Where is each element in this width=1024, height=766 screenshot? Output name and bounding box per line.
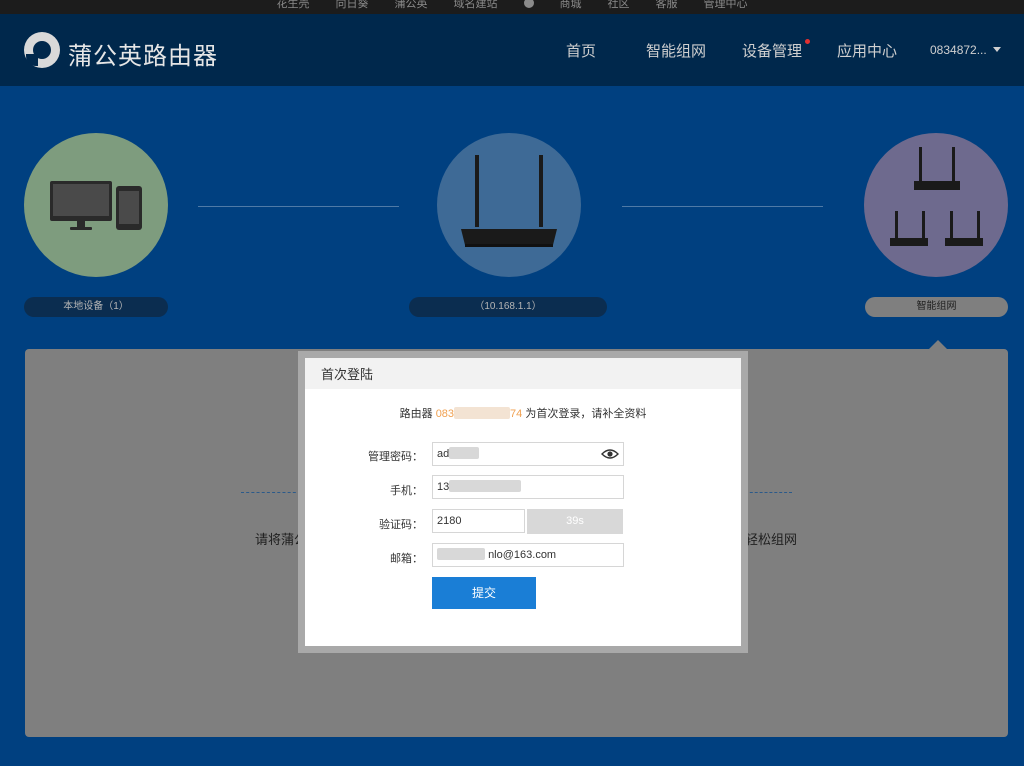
- send-code-button[interactable]: 39s: [527, 509, 623, 534]
- notification-dot: [805, 39, 811, 44]
- local-devices-node[interactable]: [24, 133, 168, 277]
- mesh-node[interactable]: [864, 133, 1008, 277]
- code-field[interactable]: 2180: [432, 509, 525, 533]
- password-field[interactable]: ad: [432, 442, 624, 466]
- top-link-jianzhan[interactable]: 域名建站: [454, 0, 498, 10]
- phone-label: 手机：: [390, 485, 423, 497]
- eye-icon[interactable]: [601, 446, 619, 462]
- router-id-redacted: [454, 407, 511, 419]
- top-link-xiangrikui[interactable]: 向日葵: [336, 0, 369, 10]
- submit-button[interactable]: 提交: [432, 577, 536, 609]
- email-label: 邮箱：: [390, 553, 423, 565]
- header: 蒲公英路由器 首页 智能组网 设备管理 应用中心 0834872...: [0, 14, 1024, 86]
- phone-value: 13: [437, 481, 450, 493]
- password-value: ad: [437, 448, 450, 460]
- link-line-right: [622, 206, 823, 207]
- phone-field[interactable]: 13: [432, 475, 624, 499]
- top-link-pugongying[interactable]: 蒲公英: [395, 0, 428, 10]
- nav-apps[interactable]: 应用中心: [837, 40, 897, 61]
- first-login-dialog: 首次登陆 路由器 083 74 为首次登录，请补全资料 管理密码： ad 手机： …: [305, 358, 741, 646]
- router-icon: [461, 155, 557, 247]
- user-menu[interactable]: 0834872...: [930, 43, 1001, 57]
- password-label: 管理密码：: [368, 451, 423, 463]
- top-link-support[interactable]: 客服: [656, 0, 678, 10]
- email-value: nlo@163.com: [488, 549, 557, 561]
- top-link-huashengke[interactable]: 花生壳: [277, 0, 310, 10]
- router-ip-label[interactable]: （10.168.1.1）: [409, 297, 607, 317]
- nav-devices-label: 设备管理: [742, 43, 803, 60]
- email-field[interactable]: nlo@163.com: [432, 543, 624, 567]
- chevron-down-icon: [992, 47, 1001, 52]
- dialog-title: 首次登陆: [305, 358, 741, 389]
- user-account-id: 0834872...: [930, 43, 987, 57]
- link-line-left: [198, 206, 399, 207]
- router-node[interactable]: [437, 133, 581, 277]
- top-link-shop[interactable]: 商城: [560, 0, 582, 10]
- router-id: 083 74: [435, 407, 523, 420]
- top-link-admin[interactable]: 管理中心: [704, 0, 748, 10]
- notice-prefix: 路由器: [399, 408, 433, 420]
- mesh-routers-icon: [890, 147, 983, 246]
- email-redacted: [437, 548, 485, 560]
- top-link-bar: 花生壳 向日葵 蒲公英 域名建站 商城 社区 客服 管理中心: [0, 0, 1024, 14]
- main-nav: 首页 智能组网 设备管理 应用中心 0834872...: [0, 14, 1024, 86]
- router-id-start: 083: [435, 408, 455, 420]
- top-link-community[interactable]: 社区: [608, 0, 630, 10]
- top-link-logo-icon[interactable]: [523, 0, 534, 8]
- code-label: 验证码：: [379, 519, 423, 531]
- monitor-tablet-icon: [50, 181, 142, 230]
- password-redacted: [449, 447, 480, 459]
- mesh-label[interactable]: 智能组网: [865, 297, 1008, 317]
- panel-divider-left: [241, 492, 301, 493]
- nav-mesh[interactable]: 智能组网: [646, 40, 706, 61]
- notice-suffix: 为首次登录，请补全资料: [525, 408, 647, 420]
- panel-text-right: 轻松组网: [745, 532, 798, 547]
- code-value: 2180: [437, 515, 462, 527]
- local-devices-label[interactable]: 本地设备（1）: [24, 297, 168, 317]
- phone-redacted: [449, 480, 522, 492]
- nav-home[interactable]: 首页: [566, 40, 596, 61]
- dialog-notice: 路由器 083 74 为首次登录，请补全资料: [305, 405, 741, 421]
- nav-devices[interactable]: 设备管理: [742, 39, 811, 61]
- router-id-end: 74: [510, 408, 523, 420]
